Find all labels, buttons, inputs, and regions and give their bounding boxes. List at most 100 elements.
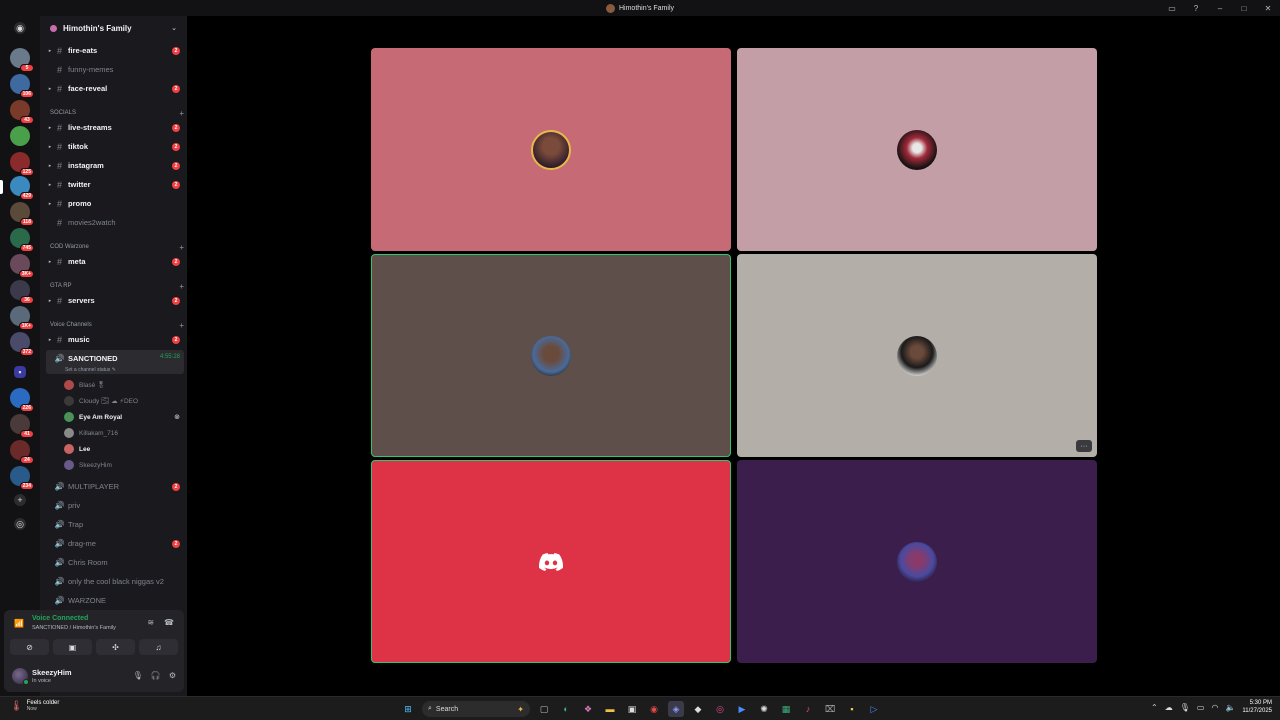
- taskbar-search[interactable]: ⌕ Search ✦: [422, 701, 530, 717]
- server-icon-7[interactable]: 118: [10, 202, 34, 226]
- weather-widget[interactable]: 🌡 Feels colder Now: [10, 700, 59, 712]
- server-icon-3[interactable]: 43: [10, 100, 34, 124]
- headphones-icon[interactable]: 🎧: [151, 671, 161, 680]
- store-icon[interactable]: ▣: [624, 701, 640, 717]
- signal-icon[interactable]: 📶: [14, 619, 24, 628]
- voice-channel-cool[interactable]: 🔊 only the cool black niggas v2: [46, 573, 184, 590]
- channel-music[interactable]: ▸ # music 2: [46, 331, 184, 348]
- copilot-icon[interactable]: ❖: [580, 701, 596, 717]
- chatgpt-icon[interactable]: ✺: [756, 701, 772, 717]
- channel-tiktok[interactable]: ▸ # tiktok 2: [46, 138, 184, 155]
- server-icon-16[interactable]: 234: [10, 466, 34, 490]
- app-icon-2[interactable]: ▦: [778, 701, 794, 717]
- screen-share-button[interactable]: ▣: [53, 639, 92, 655]
- category-voice-channels[interactable]: Voice Channels +: [50, 320, 184, 330]
- app-icon-1[interactable]: ▶: [734, 701, 750, 717]
- username[interactable]: SkeezyHim: [32, 668, 72, 677]
- server-icon-8[interactable]: 745: [10, 228, 34, 252]
- channel-status-input[interactable]: Set a channel status ✎: [65, 367, 116, 373]
- folder-icon[interactable]: ▪: [14, 366, 26, 378]
- channel-movies2watch[interactable]: # movies2watch: [46, 214, 184, 231]
- server-icon-6[interactable]: 429: [10, 176, 34, 200]
- maximize-button[interactable]: □: [1238, 4, 1250, 13]
- app-icon-4[interactable]: ▷: [866, 701, 882, 717]
- voice-channel-warzone[interactable]: 🔊 WARZONE: [46, 592, 184, 609]
- server-icon-11[interactable]: 1K+: [10, 306, 34, 330]
- video-tile-speaking[interactable]: [371, 254, 731, 457]
- microphone-icon[interactable]: 🎙: [133, 671, 143, 680]
- add-channel-icon[interactable]: +: [179, 321, 184, 330]
- category-socials[interactable]: SOCIALS +: [50, 108, 184, 118]
- channel-face-reveal[interactable]: ▸ # face-reveal 2: [46, 80, 184, 97]
- discover-icon[interactable]: ◎: [14, 518, 26, 530]
- channel-promo[interactable]: ▸ # promo: [46, 195, 184, 212]
- voice-channel-chris-room[interactable]: 🔊 Chris Room: [46, 554, 184, 571]
- channel-meta[interactable]: ▸ # meta 2: [46, 253, 184, 270]
- chrome-icon[interactable]: ◉: [646, 701, 662, 717]
- video-tile[interactable]: [737, 48, 1097, 251]
- voice-channel-priv[interactable]: 🔊 priv: [46, 497, 184, 514]
- discord-taskbar-icon[interactable]: ◈: [668, 701, 684, 717]
- server-icon-14[interactable]: 41: [10, 414, 34, 438]
- voice-user[interactable]: Cloudy 🌫 ☁ ⚡DEO: [64, 394, 138, 408]
- sticky-notes-icon[interactable]: ▪: [844, 701, 860, 717]
- channel-servers[interactable]: ▸ # servers 2: [46, 292, 184, 309]
- noise-suppression-icon[interactable]: ≋: [147, 618, 154, 627]
- server-icon-10[interactable]: 36: [10, 280, 34, 304]
- category-cod-warzone[interactable]: COD Warzone +: [50, 242, 184, 252]
- server-icon-4[interactable]: [10, 126, 30, 146]
- help-icon[interactable]: ?: [1190, 4, 1202, 13]
- start-icon[interactable]: ⊞: [400, 701, 416, 717]
- voice-user[interactable]: Lee: [64, 442, 90, 456]
- category-gta-rp[interactable]: GTA RP +: [50, 281, 184, 291]
- server-icon-1[interactable]: 5: [10, 48, 34, 72]
- voice-channel-drag-me[interactable]: 🔊 drag-me 2: [46, 535, 184, 552]
- channel-fire-eats[interactable]: ▸ # fire-eats 2: [46, 42, 184, 59]
- clock[interactable]: 5:30 PM 11/27/2025: [1242, 699, 1272, 715]
- voice-user[interactable]: Eye Am Royal ⊗: [64, 410, 180, 424]
- voice-user[interactable]: Killakam_716: [64, 426, 118, 440]
- server-icon-13[interactable]: 226: [10, 388, 34, 412]
- soundboard-button[interactable]: ♫: [139, 639, 178, 655]
- video-tile-speaking[interactable]: [371, 460, 731, 663]
- minimize-button[interactable]: –: [1214, 4, 1226, 13]
- server-header[interactable]: Himothin's Family ⌄: [40, 16, 187, 40]
- server-icon-2[interactable]: 106: [10, 74, 34, 98]
- tray-chevron-icon[interactable]: ⌃: [1151, 703, 1158, 712]
- channel-live-streams[interactable]: ▸ # live-streams 2: [46, 119, 184, 136]
- close-button[interactable]: ✕: [1262, 4, 1274, 13]
- add-channel-icon[interactable]: +: [179, 243, 184, 252]
- disconnect-icon[interactable]: ☎: [164, 618, 174, 627]
- add-channel-icon[interactable]: +: [179, 109, 184, 118]
- direct-messages-icon[interactable]: ◉: [14, 22, 26, 34]
- server-icon-15[interactable]: 24: [10, 440, 34, 464]
- server-icon-12[interactable]: 372: [10, 332, 34, 356]
- server-icon-5[interactable]: 125: [10, 152, 34, 176]
- channel-funny-memes[interactable]: # funny-memes: [46, 61, 184, 78]
- activities-button[interactable]: ✣: [96, 639, 135, 655]
- task-view-icon[interactable]: ▢: [536, 701, 552, 717]
- steam-icon[interactable]: ◆: [690, 701, 706, 717]
- mic-tray-icon[interactable]: 🎙: [1180, 703, 1190, 712]
- video-tile[interactable]: [371, 48, 731, 251]
- file-explorer-icon[interactable]: ▬: [602, 701, 618, 717]
- server-icon-9[interactable]: 3K+: [10, 254, 34, 278]
- voice-channel-multiplayer[interactable]: 🔊 MULTIPLAYER 2: [46, 478, 184, 495]
- add-channel-icon[interactable]: +: [179, 282, 184, 291]
- volume-icon[interactable]: 🔈: [1225, 703, 1235, 712]
- video-tile[interactable]: ···: [737, 254, 1097, 457]
- voice-user[interactable]: Blasé 🎖: [64, 378, 105, 392]
- more-options-icon[interactable]: ···: [1076, 440, 1092, 452]
- app-icon-3[interactable]: ⌧: [822, 701, 838, 717]
- channel-twitter[interactable]: ▸ # twitter 2: [46, 176, 184, 193]
- voice-channel-trap[interactable]: 🔊 Trap: [46, 516, 184, 533]
- battery-icon[interactable]: ▭: [1197, 703, 1205, 712]
- instagram-icon[interactable]: ◎: [712, 701, 728, 717]
- edge-icon[interactable]: ◐: [558, 701, 574, 717]
- add-server-icon[interactable]: +: [14, 494, 26, 506]
- inbox-icon[interactable]: ▭: [1166, 4, 1178, 13]
- settings-gear-icon[interactable]: ⚙: [169, 671, 176, 680]
- channel-instagram[interactable]: ▸ # instagram 2: [46, 157, 184, 174]
- voice-channel-link[interactable]: SANCTIONED / Himothin's Family: [32, 625, 116, 631]
- voice-user[interactable]: SkeezyHim: [64, 458, 112, 472]
